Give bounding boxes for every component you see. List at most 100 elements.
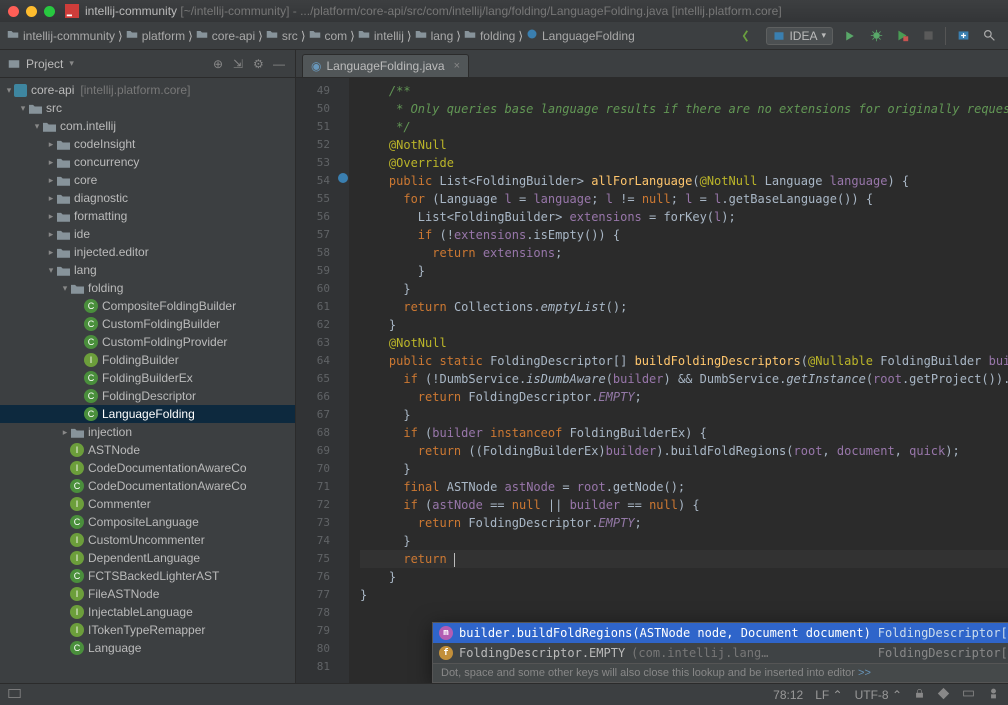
tree-item[interactable]: CFoldingBuilderEx <box>0 369 295 387</box>
iface-icon: I <box>70 497 84 511</box>
tree-item[interactable]: IITokenTypeRemapper <box>0 621 295 639</box>
coverage-icon[interactable] <box>893 27 911 45</box>
update-icon[interactable] <box>954 27 972 45</box>
tree-item[interactable]: ▾com.intellij <box>0 117 295 135</box>
iface-icon: I <box>70 443 84 457</box>
iface-icon: I <box>70 533 84 547</box>
tree-item[interactable]: CCompositeLanguage <box>0 513 295 531</box>
folder-icon <box>358 28 370 43</box>
tree-item[interactable]: CCodeDocumentationAwareCo <box>0 477 295 495</box>
back-icon[interactable] <box>740 27 758 45</box>
java-class-icon: ◉ <box>311 59 321 73</box>
tree-item[interactable]: ▸injected.editor <box>0 243 295 261</box>
gutter-marks <box>336 78 350 683</box>
close-window-button[interactable] <box>8 6 19 17</box>
hide-panel-icon[interactable]: — <box>273 57 287 71</box>
minimize-window-button[interactable] <box>26 6 37 17</box>
folder-icon <box>56 209 70 223</box>
tree-item[interactable]: IFileASTNode <box>0 585 295 603</box>
collapse-all-icon[interactable]: ⇲ <box>233 57 247 71</box>
folder-icon <box>56 155 70 169</box>
tree-item[interactable]: ▾src <box>0 99 295 117</box>
folder-icon <box>266 28 278 43</box>
run-icon[interactable] <box>841 27 859 45</box>
close-tab-icon[interactable]: × <box>454 60 460 72</box>
project-icon <box>8 58 20 70</box>
breadcrumb-item[interactable]: com <box>306 28 351 43</box>
completion-hint-link[interactable]: >> <box>858 667 871 679</box>
iface-icon: I <box>84 353 98 367</box>
cls-icon: C <box>70 569 84 583</box>
run-config-selector[interactable]: IDEA ▾ <box>766 27 833 45</box>
line-number-gutter[interactable]: 4950515253545556575859606162636465666768… <box>296 78 336 683</box>
code-completion-popup[interactable]: mbuilder.buildFoldRegions(ASTNode node, … <box>432 622 1008 683</box>
tree-item[interactable]: ▸codeInsight <box>0 135 295 153</box>
field-icon: f <box>439 646 453 660</box>
line-ending[interactable]: LF ⌃ <box>815 688 842 702</box>
cls-icon: C <box>84 299 98 313</box>
settings-gear-icon[interactable]: ⚙ <box>253 57 267 71</box>
tree-item[interactable]: IInjectableLanguage <box>0 603 295 621</box>
tree-item[interactable]: CLanguageFolding <box>0 405 295 423</box>
tree-item[interactable]: CFCTSBackedLighterAST <box>0 567 295 585</box>
editor-tab[interactable]: ◉ LanguageFolding.java × <box>302 54 469 77</box>
tree-item[interactable]: CCustomFoldingBuilder <box>0 315 295 333</box>
tree-item[interactable]: ▸ide <box>0 225 295 243</box>
override-gutter-icon[interactable] <box>338 173 348 183</box>
breadcrumb-item[interactable]: platform <box>123 28 188 43</box>
tree-item[interactable]: ▸diagnostic <box>0 189 295 207</box>
tree-item[interactable]: ▸formatting <box>0 207 295 225</box>
tree-item[interactable]: ICommenter <box>0 495 295 513</box>
tree-item[interactable]: IASTNode <box>0 441 295 459</box>
breadcrumb-item[interactable]: src <box>263 28 301 43</box>
tree-item[interactable]: CFoldingDescriptor <box>0 387 295 405</box>
stop-icon[interactable] <box>919 27 937 45</box>
completion-item[interactable]: fFoldingDescriptor.EMPTY (com.intellij.l… <box>433 643 1008 663</box>
tree-item[interactable]: ▾lang <box>0 261 295 279</box>
tree-item[interactable]: ▾core-api[intellij.platform.core] <box>0 81 295 99</box>
breadcrumb-item[interactable]: LanguageFolding <box>523 28 638 43</box>
tree-item[interactable]: ICodeDocumentationAwareCo <box>0 459 295 477</box>
breadcrumb-item[interactable]: folding <box>461 28 518 43</box>
readonly-lock-icon[interactable] <box>914 688 925 702</box>
hector-icon[interactable] <box>987 687 1000 703</box>
search-icon[interactable] <box>980 27 998 45</box>
folder-icon <box>415 28 427 43</box>
breadcrumb-item[interactable]: intellij-community <box>4 28 118 43</box>
breadcrumb-item[interactable]: intellij <box>355 28 407 43</box>
traffic-lights[interactable] <box>8 6 55 17</box>
debug-icon[interactable] <box>867 27 885 45</box>
tree-item[interactable]: CCustomFoldingProvider <box>0 333 295 351</box>
breadcrumb-item[interactable]: lang <box>412 28 457 43</box>
iface-icon: I <box>70 461 84 475</box>
tree-item[interactable]: CLanguage <box>0 639 295 657</box>
tree-item[interactable]: ICustomUncommenter <box>0 531 295 549</box>
tree-item[interactable]: IFoldingBuilder <box>0 351 295 369</box>
editor-tab-label: LanguageFolding.java <box>326 59 444 73</box>
caret-position[interactable]: 78:12 <box>773 688 803 702</box>
project-tree[interactable]: ▾core-api[intellij.platform.core]▾src▾co… <box>0 78 295 683</box>
folder-icon <box>70 425 84 439</box>
file-encoding[interactable]: UTF-8 ⌃ <box>855 688 902 702</box>
status-left-icon[interactable] <box>8 687 21 703</box>
zoom-window-button[interactable] <box>44 6 55 17</box>
tree-item[interactable]: CCompositeFoldingBuilder <box>0 297 295 315</box>
folder-icon <box>464 28 476 43</box>
tree-item[interactable]: ▸core <box>0 171 295 189</box>
tree-item[interactable]: IDependentLanguage <box>0 549 295 567</box>
window-titlebar: intellij-community [~/intellij-community… <box>0 0 1008 22</box>
scroll-from-source-icon[interactable]: ⊕ <box>213 57 227 71</box>
folder-icon <box>7 28 19 43</box>
tree-item[interactable]: ▾folding <box>0 279 295 297</box>
breadcrumb-item[interactable]: core-api <box>193 28 258 43</box>
completion-item[interactable]: mbuilder.buildFoldRegions(ASTNode node, … <box>433 623 1008 643</box>
status-bar: 78:12 LF ⌃ UTF-8 ⌃ <box>0 683 1008 705</box>
breadcrumb[interactable]: intellij-community⟩platform⟩core-api⟩src… <box>4 28 638 43</box>
tree-item[interactable]: ▸injection <box>0 423 295 441</box>
tree-item[interactable]: ▸concurrency <box>0 153 295 171</box>
git-icon[interactable] <box>937 687 950 703</box>
code-editor[interactable]: /** * Only queries base language results… <box>350 78 1008 683</box>
editor-area: ◉ LanguageFolding.java × 495051525354555… <box>296 50 1008 683</box>
memory-indicator[interactable] <box>962 687 975 703</box>
navigation-bar: intellij-community⟩platform⟩core-api⟩src… <box>0 22 1008 50</box>
